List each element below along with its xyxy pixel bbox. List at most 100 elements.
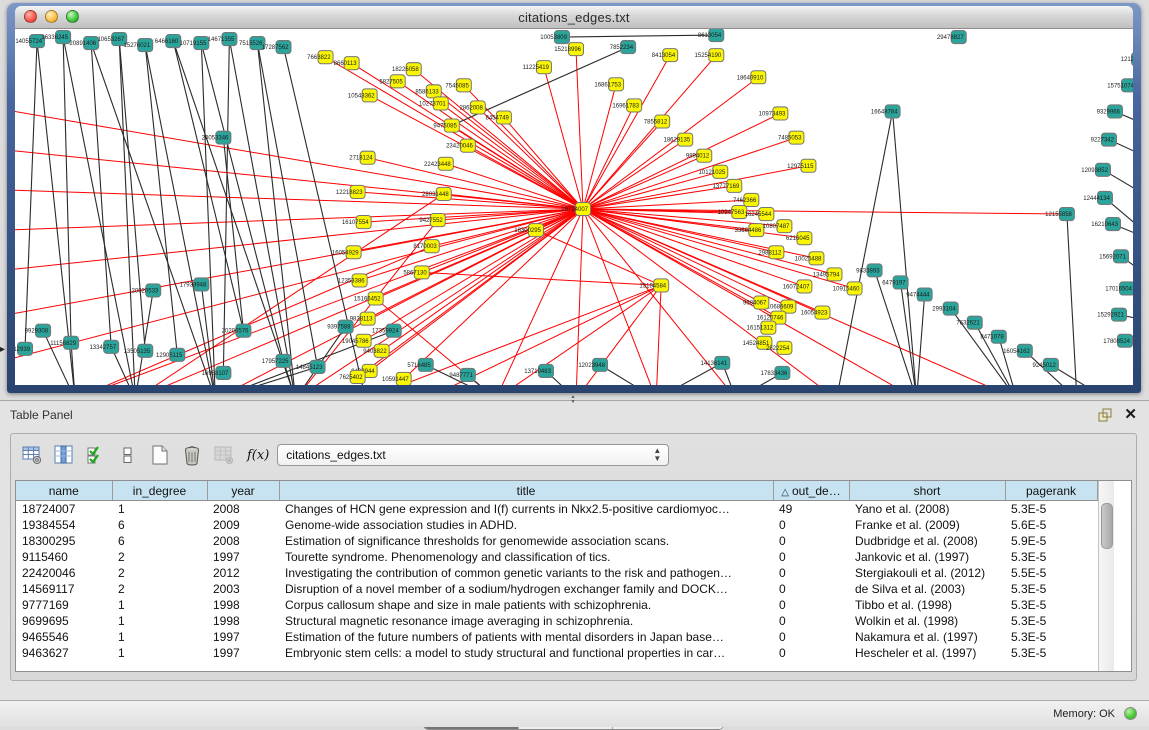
table-cell[interactable]: 1997 — [207, 629, 279, 645]
table-cell[interactable]: 0 — [773, 533, 849, 549]
panel-collapse-arrow-icon[interactable]: ▸ — [0, 344, 5, 355]
table-cell[interactable]: 1 — [112, 597, 207, 613]
table-cell[interactable]: 5.3E-5 — [1005, 581, 1097, 597]
table-cell[interactable]: 14569117 — [16, 581, 112, 597]
minimize-window-icon[interactable] — [45, 10, 58, 23]
table-cell[interactable]: 9699695 — [16, 613, 112, 629]
table-row[interactable]: 911546021997Tourette syndrome. Phenomeno… — [16, 549, 1097, 565]
table-row[interactable]: 977716911998Corpus callosum shape and si… — [16, 597, 1097, 613]
table-row[interactable]: 1456911722003Disruption of a novel membe… — [16, 581, 1097, 597]
table-cell[interactable]: 1997 — [207, 549, 279, 565]
table-cell[interactable]: 0 — [773, 597, 849, 613]
table-cell[interactable]: Yano et al. (2008) — [849, 501, 1005, 518]
table-row[interactable]: 946362711997Embryonic stem cells: a mode… — [16, 645, 1097, 661]
memory-ok-indicator[interactable] — [1124, 707, 1137, 720]
close-window-icon[interactable] — [24, 10, 37, 23]
table-cell[interactable]: 0 — [773, 565, 849, 581]
table-cell[interactable]: 9777169 — [16, 597, 112, 613]
table-cell[interactable]: Nakamura et al. (1997) — [849, 629, 1005, 645]
clear-selection-icon[interactable] — [115, 442, 141, 468]
table-cell[interactable]: Corpus callosum shape and size in male p… — [279, 597, 773, 613]
column-header-out_de[interactable]: △out_de… — [773, 481, 849, 501]
column-header-pagerank[interactable]: pagerank — [1005, 481, 1097, 501]
table-cell[interactable]: 1998 — [207, 613, 279, 629]
new-document-icon[interactable] — [147, 442, 173, 468]
table-cell[interactable]: 22420046 — [16, 565, 112, 581]
table-row[interactable]: 1938455462009Genome-wide association stu… — [16, 517, 1097, 533]
table-cell[interactable]: 1 — [112, 629, 207, 645]
vertical-scrollbar[interactable] — [1098, 481, 1114, 671]
table-cell[interactable]: de Silva et al. (2003) — [849, 581, 1005, 597]
table-settings-icon[interactable] — [19, 442, 45, 468]
select-all-icon[interactable] — [83, 442, 109, 468]
table-cell[interactable]: 5.3E-5 — [1005, 501, 1097, 518]
network-canvas[interactable]: 1872400776638228660113182260585827505858… — [15, 29, 1133, 385]
table-cell[interactable]: 0 — [773, 629, 849, 645]
table-cell[interactable]: Jankovic et al. (1997) — [849, 549, 1005, 565]
table-cell[interactable]: 1 — [112, 501, 207, 518]
table-cell[interactable]: Estimation of significance thresholds fo… — [279, 533, 773, 549]
table-cell[interactable]: 2003 — [207, 581, 279, 597]
table-cell[interactable]: Tourette syndrome. Phenomenology and cla… — [279, 549, 773, 565]
table-cell[interactable]: 0 — [773, 549, 849, 565]
function-builder-icon[interactable]: f(x) — [247, 448, 269, 463]
table-cell[interactable]: Changes of HCN gene expression and I(f) … — [279, 501, 773, 518]
table-cell[interactable]: Embryonic stem cells: a model to study s… — [279, 645, 773, 661]
table-cell[interactable]: Structural magnetic resonance image aver… — [279, 613, 773, 629]
table-cell[interactable]: 18724007 — [16, 501, 112, 518]
table-cell[interactable]: 2 — [112, 549, 207, 565]
table-cell[interactable]: Hescheler et al. (1997) — [849, 645, 1005, 661]
table-cell[interactable]: 5.3E-5 — [1005, 629, 1097, 645]
table-cell[interactable]: 2008 — [207, 533, 279, 549]
table-cell[interactable]: 9463627 — [16, 645, 112, 661]
table-cell[interactable]: Franke et al. (2009) — [849, 517, 1005, 533]
network-graph[interactable]: 1872400776638228660113182260585827505858… — [15, 29, 1133, 385]
column-header-short[interactable]: short — [849, 481, 1005, 501]
table-cell[interactable]: 5.3E-5 — [1005, 549, 1097, 565]
table-cell[interactable]: 49 — [773, 501, 849, 518]
table-cell[interactable]: 0 — [773, 581, 849, 597]
table-row[interactable]: 2242004622012Investigating the contribut… — [16, 565, 1097, 581]
table-cell[interactable]: Genome-wide association studies in ADHD. — [279, 517, 773, 533]
table-cell[interactable]: Tibbo et al. (1998) — [849, 597, 1005, 613]
table-cell[interactable]: 6 — [112, 517, 207, 533]
column-header-year[interactable]: year — [207, 481, 279, 501]
column-header-name[interactable]: name — [16, 481, 112, 501]
table-cell[interactable]: 0 — [773, 645, 849, 661]
float-panel-icon[interactable] — [1097, 407, 1113, 423]
close-panel-icon[interactable]: ✕ — [1124, 405, 1137, 423]
table-cell[interactable]: Estimation of the future numbers of pati… — [279, 629, 773, 645]
table-cell[interactable]: 1 — [112, 613, 207, 629]
table-cell[interactable]: 1 — [112, 645, 207, 661]
select-column-icon[interactable] — [51, 442, 77, 468]
table-cell[interactable]: 5.3E-5 — [1005, 613, 1097, 629]
table-cell[interactable]: 19384554 — [16, 517, 112, 533]
table-cell[interactable]: 5.3E-5 — [1005, 597, 1097, 613]
table-cell[interactable]: 5.3E-5 — [1005, 645, 1097, 661]
splitter-handle[interactable]: ▲▼ — [568, 395, 578, 400]
table-cell[interactable]: 18300295 — [16, 533, 112, 549]
delete-trash-icon[interactable] — [179, 442, 205, 468]
table-chooser-dropdown[interactable]: citations_edges.txt ▲▼ — [277, 444, 669, 466]
table-cell[interactable]: 5.5E-5 — [1005, 565, 1097, 581]
network-window-titlebar[interactable]: citations_edges.txt — [15, 6, 1133, 29]
table-cell[interactable]: 2012 — [207, 565, 279, 581]
column-header-title[interactable]: title — [279, 481, 773, 501]
table-cell[interactable]: 2 — [112, 581, 207, 597]
zoom-window-icon[interactable] — [66, 10, 79, 23]
column-header-in_degree[interactable]: in_degree — [112, 481, 207, 501]
table-cell[interactable]: 9115460 — [16, 549, 112, 565]
table-row[interactable]: 1872400712008Changes of HCN gene express… — [16, 501, 1097, 518]
table-cell[interactable]: 5.6E-5 — [1005, 517, 1097, 533]
table-cell[interactable]: 2 — [112, 565, 207, 581]
table-cell[interactable]: 2009 — [207, 517, 279, 533]
table-cell[interactable]: 0 — [773, 517, 849, 533]
table-cell[interactable]: Stergiakouli et al. (2012) — [849, 565, 1005, 581]
table-cell[interactable]: 1997 — [207, 645, 279, 661]
table-row[interactable]: 946554611997Estimation of the future num… — [16, 629, 1097, 645]
scrollbar-thumb[interactable] — [1101, 503, 1113, 549]
table-cell[interactable]: Investigating the contribution of common… — [279, 565, 773, 581]
table-cell[interactable]: 0 — [773, 613, 849, 629]
table-cell[interactable]: 9465546 — [16, 629, 112, 645]
table-row[interactable]: 1830029562008Estimation of significance … — [16, 533, 1097, 549]
